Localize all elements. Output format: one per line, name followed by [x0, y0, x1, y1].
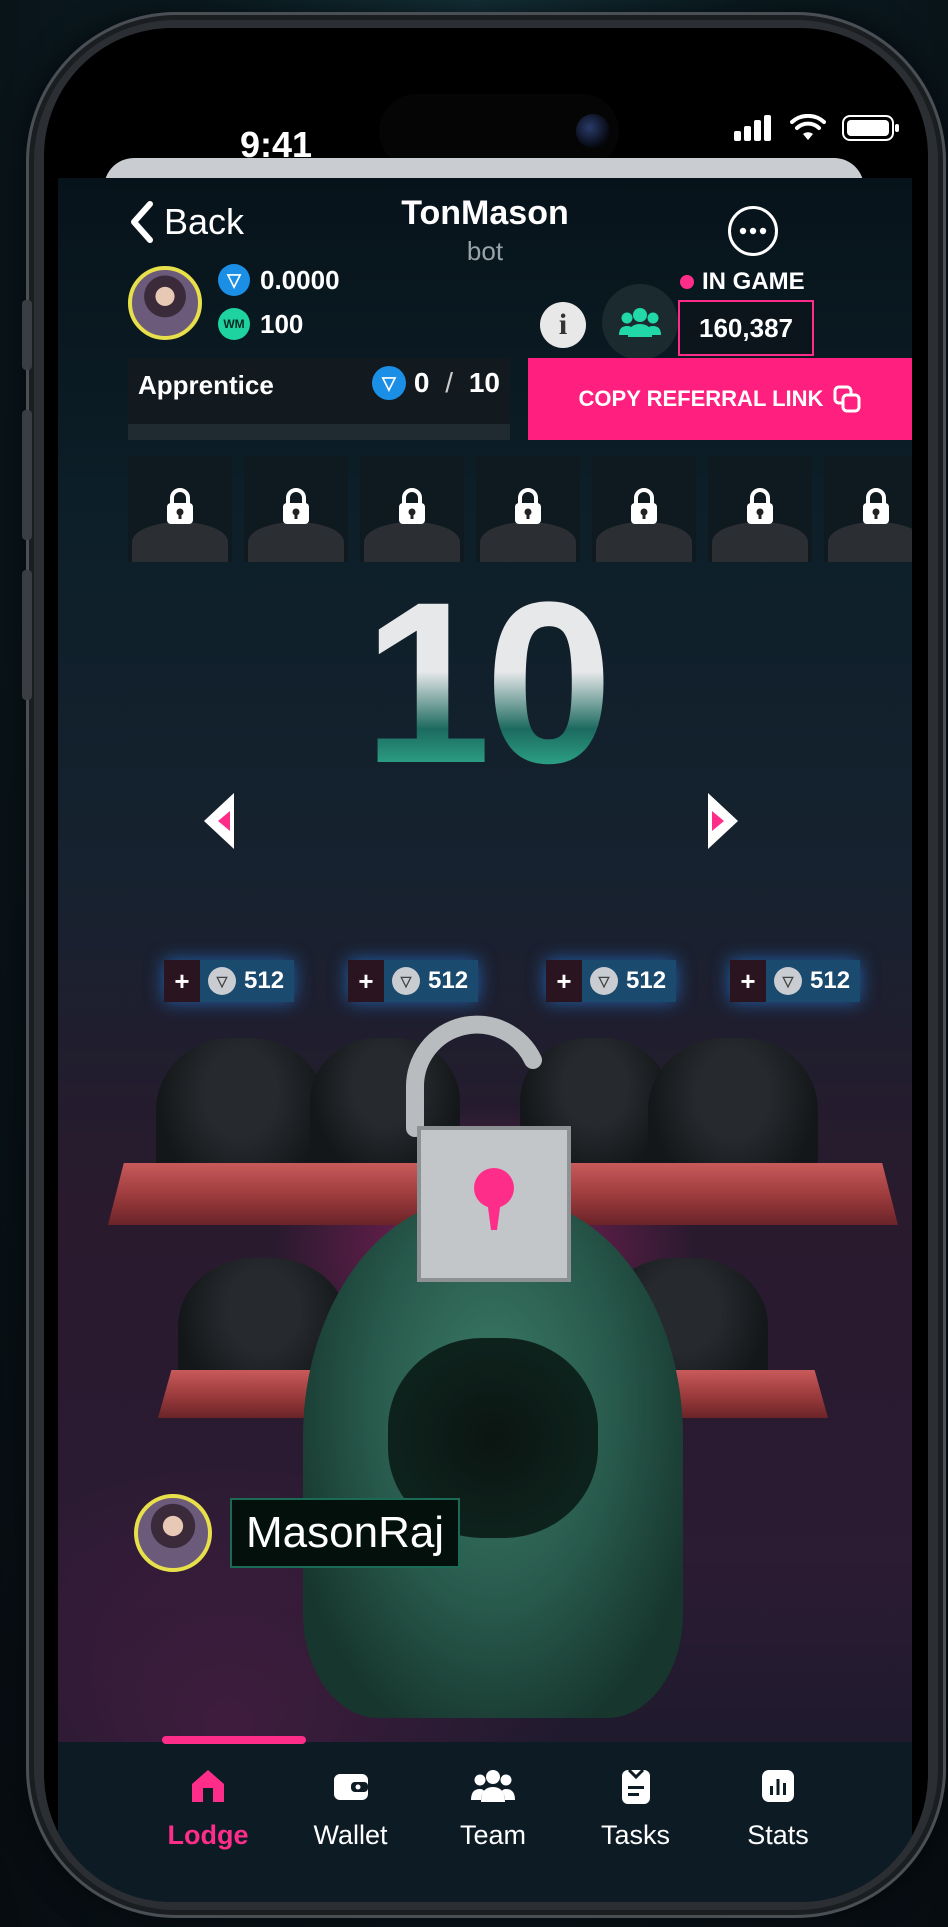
wm-balance-value: 100 [260, 308, 304, 339]
ellipsis-icon [739, 227, 767, 235]
status-icons [734, 114, 900, 142]
ton-balance-value: 0.0000 [260, 264, 340, 295]
bonus-value: 512 [626, 967, 667, 994]
lock-icon [167, 488, 193, 524]
tab-list: Lodge Wallet Team Tasks Stats [148, 1764, 838, 1851]
tab-label: Wallet [313, 1820, 388, 1850]
locked-level-slot[interactable] [476, 456, 580, 562]
rank-progress-bar [128, 424, 510, 440]
rank-current: 0 [413, 367, 430, 398]
lock-icon [515, 488, 541, 524]
current-user: MasonRaj [134, 1494, 461, 1572]
ton-balance: ▽ 0.0000 [218, 264, 340, 296]
status-dot [680, 275, 694, 289]
active-tab-indicator [162, 1736, 306, 1744]
rank-progress-values: ▽ 0 / 10 [371, 366, 500, 400]
add-bonus-icon: + [164, 960, 200, 1002]
tab-lodge[interactable]: Lodge [148, 1764, 268, 1851]
ingame-count: 160,387 [678, 300, 814, 356]
previous-level-arrow[interactable] [204, 793, 234, 849]
locked-level-slot[interactable] [708, 456, 812, 562]
ton-coin-icon: ▽ [590, 967, 618, 995]
wifi-icon [790, 114, 826, 140]
tab-stats[interactable]: Stats [718, 1764, 838, 1851]
lock-icon [631, 488, 657, 524]
phone-volume-up [22, 410, 32, 540]
phone-volume-down [22, 570, 32, 700]
tab-wallet[interactable]: Wallet [291, 1764, 411, 1851]
tab-team[interactable]: Team [433, 1764, 553, 1851]
bottom-tab-bar: Lodge Wallet Team Tasks Stats [58, 1736, 912, 1902]
wm-icon: WM [218, 308, 250, 340]
ton-coin-icon: ▽ [208, 967, 236, 995]
locked-level-slot[interactable] [244, 456, 348, 562]
copy-referral-link-button[interactable]: COPY REFERRAL LINK [528, 358, 912, 440]
header: Back TonMason bot [58, 178, 912, 268]
tab-tasks[interactable]: Tasks [576, 1764, 696, 1851]
lock-icon [399, 488, 425, 524]
locked-level-slot[interactable] [128, 456, 232, 562]
bonus-pill[interactable]: + ▽ 512 [730, 960, 861, 1002]
home-icon [186, 1764, 230, 1808]
slot-pedestal [712, 522, 808, 562]
locked-level-slot[interactable] [360, 456, 464, 562]
team-icon [471, 1764, 515, 1808]
ton-icon: ▽ [371, 366, 406, 400]
phone-screen: 9:41 Back TonMason bot ▽ 0.0000 WM 100 i… [44, 28, 928, 1902]
locked-level-slot[interactable] [824, 456, 912, 562]
rank-name: Apprentice [138, 370, 274, 400]
page-title: TonMason [401, 194, 569, 232]
level-slots [128, 456, 912, 562]
ingame-label: IN GAME [680, 268, 805, 296]
next-level-arrow[interactable] [708, 793, 738, 849]
front-camera [576, 114, 610, 148]
slot-pedestal [596, 522, 692, 562]
bonus-value: 512 [810, 967, 851, 994]
slot-pedestal [132, 522, 228, 562]
app-container: Back TonMason bot ▽ 0.0000 WM 100 i IN G… [58, 178, 912, 1902]
copy-referral-label: COPY REFERRAL LINK [578, 386, 824, 411]
copy-icon [833, 385, 861, 413]
add-bonus-icon: + [730, 960, 766, 1002]
slot-pedestal [828, 522, 912, 562]
lock-icon [283, 488, 309, 524]
avatar[interactable] [128, 266, 202, 340]
page-subtitle: bot [466, 236, 504, 266]
tab-label: Lodge [167, 1820, 249, 1850]
wallet-icon [329, 1764, 373, 1808]
lock-icon [863, 488, 889, 524]
ton-coin-icon: ▽ [774, 967, 802, 995]
ton-icon: ▽ [218, 264, 250, 296]
rank-progress: Apprentice ▽ 0 / 10 [128, 358, 510, 440]
bonus-value: 512 [244, 967, 285, 994]
slot-pedestal [248, 522, 344, 562]
ingame-label-text: IN GAME [702, 268, 805, 295]
tab-label: Tasks [600, 1820, 671, 1850]
more-options-button[interactable] [728, 206, 778, 256]
user-avatar[interactable] [134, 1494, 212, 1572]
info-button[interactable]: i [540, 302, 586, 348]
bonus-pill[interactable]: + ▽ 512 [164, 960, 295, 1002]
wm-balance: WM 100 [218, 308, 303, 340]
phone-mute-switch [22, 300, 32, 370]
tab-label: Stats [747, 1820, 809, 1850]
rank-separator: / [437, 367, 461, 398]
rank-target: 10 [468, 367, 500, 398]
level-number: 10 [58, 568, 912, 798]
team-button[interactable] [602, 284, 678, 360]
tab-label: Team [459, 1820, 527, 1850]
stats-icon [756, 1764, 800, 1808]
tasks-icon [614, 1764, 658, 1808]
signal-icon [734, 115, 771, 141]
battery-icon [842, 115, 899, 141]
add-bonus-icon: + [348, 960, 384, 1002]
unlock-icon[interactable] [383, 978, 583, 1298]
lock-icon [747, 488, 773, 524]
user-name: MasonRaj [230, 1498, 461, 1568]
locked-level-slot[interactable] [592, 456, 696, 562]
team-icon [619, 308, 661, 337]
